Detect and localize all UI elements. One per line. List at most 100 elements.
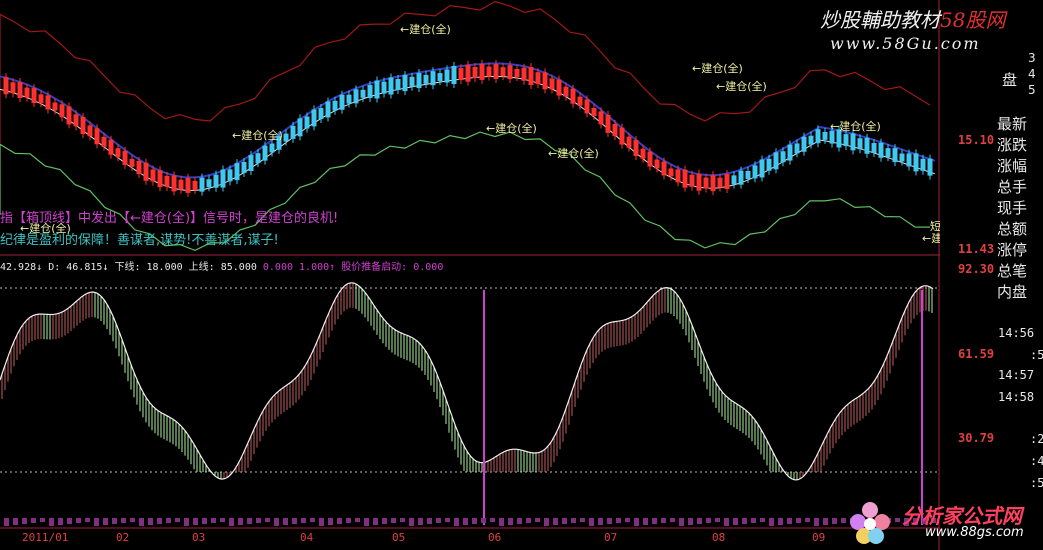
volume-bar bbox=[463, 518, 468, 525]
side-item-trades: 总笔 bbox=[997, 262, 1028, 280]
volume-bar bbox=[445, 518, 450, 522]
volume-bar bbox=[697, 518, 702, 524]
volume-bar bbox=[301, 518, 306, 523]
candle-body bbox=[101, 136, 107, 147]
build-signal-label: ←建仓(全) bbox=[692, 61, 743, 75]
volume-bar bbox=[418, 518, 423, 525]
volume-bar bbox=[76, 518, 81, 523]
volume-bar bbox=[139, 518, 144, 526]
build-signal-label: ←建仓(全) bbox=[548, 146, 599, 160]
volume-bar bbox=[742, 518, 747, 524]
candle-body bbox=[234, 163, 240, 181]
volume-bar bbox=[832, 518, 837, 524]
candle-body bbox=[766, 158, 772, 171]
candle-body bbox=[150, 169, 156, 182]
build-signal-label: ←建仓(全) bbox=[400, 22, 451, 36]
v1-value: 0.000 bbox=[262, 262, 293, 273]
candle-body bbox=[199, 177, 205, 192]
candle-body bbox=[381, 81, 387, 94]
volume-bar bbox=[598, 518, 603, 525]
candle-body bbox=[703, 177, 709, 189]
v2-value: 1.000↑ bbox=[299, 262, 336, 273]
candle-body bbox=[318, 108, 324, 120]
candle-body bbox=[129, 158, 135, 167]
date-label: 2011/01 bbox=[22, 531, 69, 544]
build-signal-label: ←建仓(全) bbox=[922, 231, 940, 245]
volume-bar bbox=[688, 518, 693, 525]
volume-bar bbox=[328, 518, 333, 525]
candle-body bbox=[850, 133, 856, 151]
discipline-message: 纪律是盈利的保障！善谋者,谋势!不善谋者,谋子! bbox=[0, 233, 279, 248]
osc-axis-label: 30.79 bbox=[958, 431, 995, 445]
volume-bar bbox=[157, 518, 162, 524]
time-label: :43 bbox=[1030, 454, 1043, 468]
candle-body bbox=[878, 142, 884, 158]
candle-body bbox=[647, 151, 653, 167]
candle-body bbox=[892, 148, 898, 163]
volume-bar bbox=[715, 518, 720, 522]
candle-body bbox=[416, 73, 422, 89]
candle-body bbox=[507, 65, 513, 80]
volume-bar bbox=[166, 518, 171, 523]
watermark-title: 炒股輔助教材58股网 bbox=[820, 4, 1005, 33]
volume-bar bbox=[724, 518, 729, 526]
candle-body bbox=[24, 87, 30, 98]
candle-body bbox=[815, 129, 821, 144]
candle-body bbox=[696, 173, 702, 191]
volume-bar bbox=[607, 518, 612, 524]
volume-bar bbox=[238, 518, 243, 525]
k-value: 42.928↓ bbox=[0, 262, 43, 273]
volume-bar bbox=[544, 518, 549, 526]
watermark-url: www.58Gu.com bbox=[830, 34, 981, 53]
candle-body bbox=[493, 63, 499, 79]
volume-bar bbox=[625, 518, 630, 522]
candle-body bbox=[458, 68, 464, 81]
candle-body bbox=[115, 148, 121, 158]
volume-bar bbox=[760, 518, 765, 522]
candle-body bbox=[213, 174, 219, 188]
time-label: :58 bbox=[1030, 348, 1043, 362]
candle-body bbox=[633, 140, 639, 157]
date-label: 02 bbox=[116, 531, 130, 544]
candle-body bbox=[157, 170, 163, 188]
candle-body bbox=[472, 66, 478, 78]
volume-bar bbox=[517, 518, 522, 524]
candle-body bbox=[920, 158, 926, 171]
volume-bar bbox=[4, 518, 9, 526]
candle-body bbox=[570, 88, 576, 104]
volume-bar bbox=[769, 518, 774, 526]
candle-body bbox=[45, 95, 51, 110]
volume-bar bbox=[580, 518, 585, 522]
volume-bar bbox=[706, 518, 711, 523]
volume-bar bbox=[148, 518, 153, 525]
candle-body bbox=[73, 114, 79, 127]
candle-body bbox=[521, 67, 527, 81]
candle-body bbox=[542, 72, 548, 90]
volume-bar bbox=[670, 518, 675, 522]
candle-body bbox=[262, 145, 268, 161]
time-label: 14:57 bbox=[998, 368, 1035, 382]
side-item-current-hand: 现手 bbox=[997, 199, 1028, 217]
volume-bar bbox=[247, 518, 252, 524]
candle-body bbox=[311, 109, 317, 127]
candle-body bbox=[675, 169, 681, 183]
volume-bar bbox=[787, 518, 792, 524]
volume-bar bbox=[256, 518, 261, 523]
flower-logo-icon bbox=[850, 502, 890, 544]
chart-canvas[interactable]: ←建仓(全) ←建仓(全) ←建仓(全) ←建仓(全) ←建仓(全) ←建仓(全) ←建仓(… bbox=[0, 0, 940, 550]
candle-body bbox=[598, 111, 604, 125]
oscillator-line bbox=[0, 282, 934, 481]
candle-body bbox=[3, 77, 9, 95]
date-label: 09 bbox=[812, 531, 826, 544]
candle-body bbox=[17, 82, 23, 99]
volume-bar bbox=[40, 518, 45, 522]
candle-body bbox=[108, 139, 114, 155]
candle-body bbox=[290, 125, 296, 139]
volume-bar bbox=[265, 518, 270, 522]
candle-body bbox=[843, 134, 849, 147]
candle-body bbox=[269, 143, 275, 153]
candle-body bbox=[367, 85, 373, 99]
volume-bar bbox=[220, 518, 225, 522]
volume-bar bbox=[112, 518, 117, 524]
candle-body bbox=[94, 128, 100, 145]
